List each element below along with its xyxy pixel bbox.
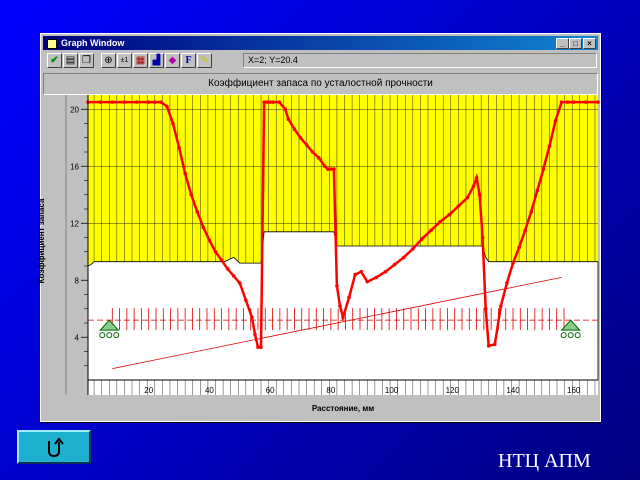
- data-point: [535, 188, 540, 193]
- data-point: [511, 261, 515, 265]
- x-tick-label: 140: [506, 386, 520, 395]
- data-point: [471, 184, 476, 188]
- data-point: [359, 269, 364, 274]
- data-point: [338, 304, 342, 308]
- data-point: [401, 255, 406, 260]
- data-point: [547, 144, 552, 149]
- data-point: [477, 192, 482, 197]
- data-point: [335, 284, 339, 288]
- brand-label: НТЦ АПМ: [498, 450, 591, 472]
- data-point: [365, 279, 370, 284]
- data-point: [171, 121, 175, 126]
- x-tick-label: 20: [144, 386, 153, 395]
- x-tick-label: 40: [205, 386, 214, 395]
- data-point: [483, 306, 488, 311]
- data-point: [584, 100, 588, 104]
- data-point: [392, 262, 397, 267]
- data-point: [486, 344, 491, 348]
- data-point: [529, 210, 534, 214]
- u-turn-icon: [48, 437, 64, 458]
- data-point: [411, 247, 415, 251]
- data-point: [177, 145, 181, 150]
- data-point: [225, 267, 230, 271]
- data-point: [517, 245, 521, 250]
- data-point: [219, 258, 224, 263]
- data-point: [347, 295, 351, 300]
- data-point: [159, 100, 163, 104]
- data-point: [492, 342, 497, 347]
- data-point: [195, 210, 200, 214]
- data-point: [316, 155, 321, 160]
- data-point: [332, 167, 336, 171]
- data-point: [286, 117, 291, 122]
- data-point: [420, 237, 424, 241]
- x-tick-label: 120: [446, 386, 460, 395]
- data-point: [283, 107, 288, 112]
- data-point: [438, 220, 442, 224]
- data-point: [565, 100, 570, 104]
- data-point: [505, 281, 509, 285]
- back-button[interactable]: [17, 430, 91, 464]
- data-point: [559, 100, 564, 104]
- data-point: [480, 235, 485, 240]
- data-point: [189, 192, 194, 197]
- data-point: [523, 228, 527, 233]
- x-tick-label: 60: [266, 386, 275, 395]
- data-point: [341, 315, 345, 320]
- data-point: [237, 281, 242, 285]
- data-point: [152, 100, 157, 104]
- data-point: [201, 225, 206, 230]
- data-point: [231, 274, 236, 278]
- y-axis-label: Коэффициент запаса: [37, 198, 46, 284]
- data-point: [253, 332, 257, 337]
- data-point: [541, 167, 546, 171]
- x-axis-label: Расстояние, мм: [311, 404, 375, 413]
- data-point: [250, 315, 254, 320]
- data-point: [456, 204, 461, 208]
- x-tick-label: 80: [326, 386, 335, 395]
- x-axis-strip: [88, 380, 598, 395]
- x-tick-label: 160: [567, 386, 581, 395]
- data-point: [310, 150, 315, 154]
- data-point: [383, 269, 388, 274]
- data-point: [499, 304, 503, 308]
- y-tick-label: 12: [70, 219, 79, 228]
- y-tick-label: 20: [70, 105, 79, 114]
- data-point: [259, 345, 263, 350]
- data-point: [244, 298, 248, 303]
- data-point: [110, 100, 115, 104]
- data-point: [429, 228, 433, 233]
- data-point: [553, 118, 558, 123]
- data-point: [353, 272, 357, 277]
- data-point: [183, 171, 187, 176]
- data-point: [465, 195, 470, 200]
- x-tick-label: 100: [385, 386, 399, 395]
- data-point: [447, 212, 452, 217]
- data-point: [298, 135, 303, 140]
- data-point: [474, 175, 479, 180]
- y-tick-label: 4: [75, 333, 80, 342]
- data-point: [596, 100, 600, 104]
- data-point: [134, 100, 139, 104]
- data-point: [213, 249, 218, 254]
- data-point: [304, 143, 309, 147]
- data-point: [571, 100, 576, 104]
- data-point: [165, 104, 169, 109]
- data-point: [322, 164, 327, 169]
- data-point: [207, 238, 212, 243]
- data-point: [271, 100, 275, 104]
- y-tick-label: 8: [75, 276, 80, 285]
- data-point: [98, 100, 102, 104]
- data-point: [122, 100, 127, 104]
- y-tick-label: 16: [70, 162, 79, 171]
- data-point: [277, 100, 282, 104]
- data-point: [292, 127, 297, 131]
- data-point: [146, 100, 151, 104]
- data-point: [374, 275, 379, 280]
